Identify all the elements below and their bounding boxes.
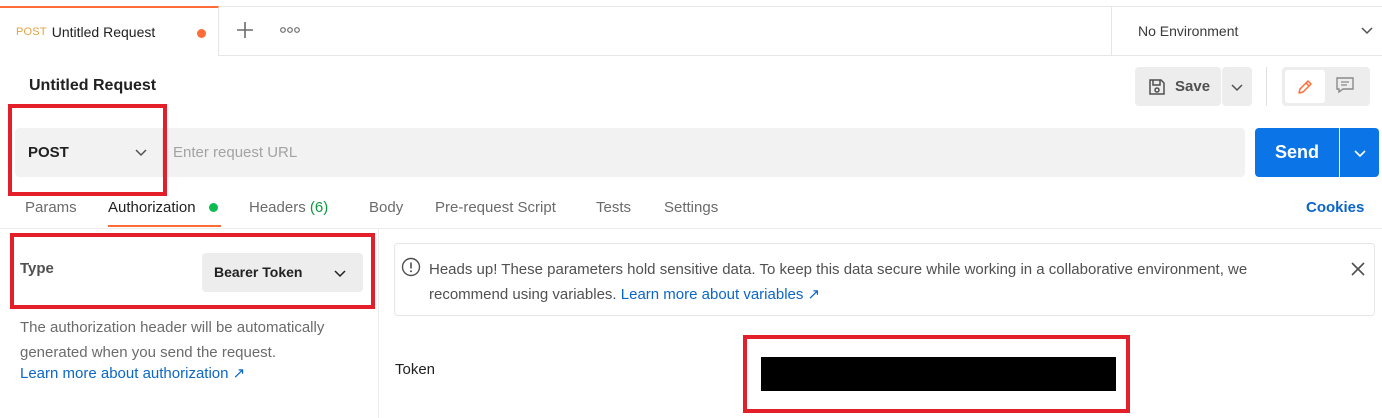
tab-tests[interactable]: Tests xyxy=(596,199,631,216)
sensitive-data-notice: Heads up! These parameters hold sensitiv… xyxy=(394,243,1375,316)
comment-icon xyxy=(1336,77,1354,94)
tab-headers-count: (6) xyxy=(309,199,329,216)
view-mode-toggle xyxy=(1282,67,1370,106)
send-button[interactable]: Send xyxy=(1255,128,1339,177)
panel-divider xyxy=(378,229,379,418)
comments-button[interactable] xyxy=(1334,75,1358,97)
new-tab-button[interactable] xyxy=(233,18,257,42)
tab-settings[interactable]: Settings xyxy=(664,199,718,216)
token-label: Token xyxy=(395,361,436,378)
request-subtabs: Params Authorization Headers (6) Body Pr… xyxy=(0,190,1382,228)
environment-select[interactable]: No Environment xyxy=(1111,6,1382,56)
auth-active-dot-icon xyxy=(209,203,218,212)
method-label: POST xyxy=(28,144,69,161)
pencil-icon xyxy=(1298,80,1312,94)
more-icon xyxy=(280,27,300,33)
divider xyxy=(1266,67,1267,106)
auth-type-select[interactable]: Bearer Token xyxy=(202,253,363,292)
tab-headers[interactable]: Headers (6) xyxy=(249,199,328,216)
chevron-down-icon xyxy=(1361,27,1373,35)
edit-mode-button[interactable] xyxy=(1285,70,1325,103)
chevron-down-icon xyxy=(1354,150,1366,158)
plus-icon xyxy=(237,22,253,38)
tab-prerequest-script[interactable]: Pre-request Script xyxy=(435,199,556,216)
notice-text: Heads up! These parameters hold sensitiv… xyxy=(429,257,1329,307)
request-tab[interactable]: POST Untitled Request xyxy=(0,6,219,56)
method-select[interactable]: POST xyxy=(15,128,162,177)
tab-headers-label: Headers xyxy=(249,199,306,216)
unsaved-dot-icon xyxy=(197,29,206,38)
postman-window: POST Untitled Request No Environment Unt… xyxy=(0,0,1382,418)
cookies-link[interactable]: Cookies xyxy=(1306,199,1364,216)
tab-authorization[interactable]: Authorization xyxy=(108,199,196,216)
request-title: Untitled Request xyxy=(29,77,157,94)
save-label: Save xyxy=(1175,78,1211,95)
divider xyxy=(0,228,1382,229)
chevron-down-icon xyxy=(135,149,147,157)
auth-type-value: Bearer Token xyxy=(214,264,303,280)
auth-help-text: The authorization header will be automat… xyxy=(20,319,325,361)
url-input[interactable] xyxy=(162,128,1245,177)
more-tabs-button[interactable] xyxy=(278,20,304,40)
token-input[interactable] xyxy=(761,357,1116,391)
auth-type-label: Type xyxy=(20,260,54,277)
variables-learn-more-link[interactable]: Learn more about variables ↗ xyxy=(621,286,820,303)
environment-label: No Environment xyxy=(1138,23,1239,39)
chevron-down-icon xyxy=(1231,84,1243,92)
tab-strip: POST Untitled Request No Environment xyxy=(0,6,1382,56)
active-tab-indicator xyxy=(108,225,221,227)
save-icon xyxy=(1149,78,1165,95)
info-icon xyxy=(401,257,421,277)
notice-message: Heads up! These parameters hold sensitiv… xyxy=(429,261,1248,303)
tab-params[interactable]: Params xyxy=(25,199,77,216)
tab-title: Untitled Request xyxy=(51,24,156,40)
auth-learn-more-link[interactable]: Learn more about authorization ↗ xyxy=(20,364,245,382)
tab-method: POST xyxy=(16,26,47,38)
close-icon[interactable] xyxy=(1350,261,1366,277)
save-options-button[interactable] xyxy=(1222,67,1252,106)
save-button[interactable]: Save xyxy=(1135,67,1221,106)
chevron-down-icon xyxy=(334,270,346,278)
send-options-button[interactable] xyxy=(1340,128,1379,177)
tab-body[interactable]: Body xyxy=(369,199,403,216)
